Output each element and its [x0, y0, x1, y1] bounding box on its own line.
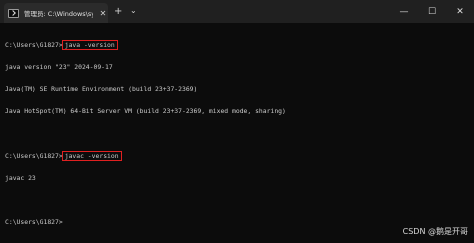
tab-bar: 管理员: C:\Windows\system32 ✕ + ⌄ — ☐ ✕ [0, 0, 474, 23]
tab-close-icon[interactable]: ✕ [98, 9, 108, 18]
minimize-button[interactable]: — [390, 0, 418, 23]
terminal-line: Java HotSpot(TM) 64-Bit Server VM (build… [5, 107, 286, 116]
terminal-line: Java(TM) SE Runtime Environment (build 2… [5, 85, 198, 94]
watermark: CSDN @鹅是开哥 [402, 227, 468, 236]
tab-title: 管理员: C:\Windows\system32 [24, 10, 93, 18]
terminal-line: C:\Users\G1827> java -version [5, 39, 469, 50]
window-controls: — ☐ ✕ [390, 0, 474, 23]
prompt: C:\Users\G1827> [5, 151, 63, 160]
highlighted-command: javac -version [61, 150, 122, 161]
new-tab-button[interactable]: + [114, 6, 122, 17]
terminal-output[interactable]: C:\Users\G1827> java -version java versio… [0, 23, 474, 243]
terminal-icon [8, 8, 19, 18]
prompt: C:\Users\G1827> [5, 40, 63, 49]
terminal-tab[interactable]: 管理员: C:\Windows\system32 ✕ [4, 3, 108, 23]
terminal-line: java version "23" 2024-09-17 [5, 63, 113, 72]
highlighted-command: java -version [61, 39, 118, 50]
close-button[interactable]: ✕ [446, 0, 474, 23]
maximize-button[interactable]: ☐ [418, 0, 446, 23]
terminal-line: C:\Users\G1827> [5, 218, 63, 227]
tab-dropdown-icon[interactable]: ⌄ [130, 6, 137, 15]
terminal-line: javac 23 [5, 174, 36, 183]
terminal-line: C:\Users\G1827> javac -version [5, 150, 469, 161]
